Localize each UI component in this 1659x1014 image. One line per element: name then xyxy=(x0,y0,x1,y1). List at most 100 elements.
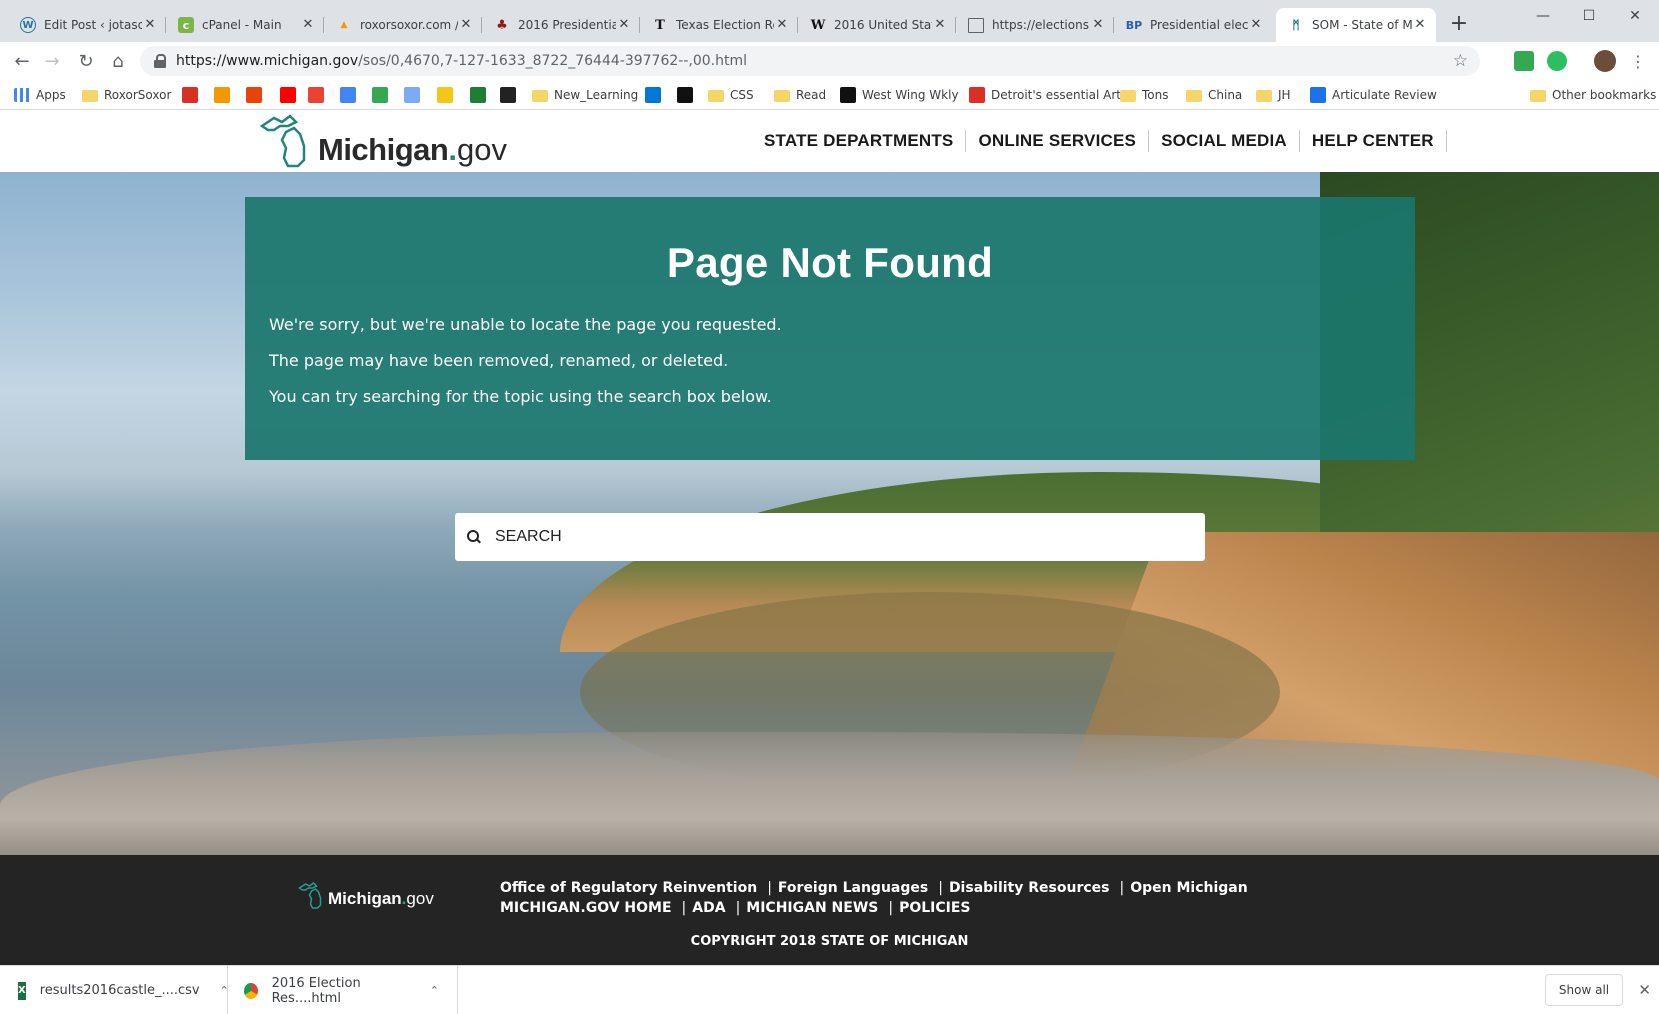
bookmark-item[interactable] xyxy=(372,85,394,105)
nav-online-services[interactable]: ONLINE SERVICES xyxy=(966,130,1150,152)
bookmark-item[interactable]: Detroit's essential Art xyxy=(969,85,1121,105)
footer-logo[interactable]: Michigan. gov xyxy=(298,881,434,909)
download-item-csv[interactable]: X results2016castle_....csv ⌃ xyxy=(18,966,229,1014)
forward-button[interactable]: → xyxy=(38,47,66,75)
bookmark-item[interactable] xyxy=(437,85,459,105)
close-icon[interactable]: ✕ xyxy=(932,17,948,33)
close-icon[interactable]: ✕ xyxy=(1638,981,1651,999)
bookmark-item[interactable] xyxy=(214,85,236,105)
folder-icon xyxy=(532,90,548,102)
footer-link-policies[interactable]: POLICIES xyxy=(899,900,970,916)
search-input[interactable] xyxy=(495,528,1175,546)
bookmark-item[interactable]: China xyxy=(1186,85,1242,105)
footer-link-ada[interactable]: ADA xyxy=(692,900,725,916)
home-button[interactable]: ⌂ xyxy=(104,47,132,75)
bookmark-item[interactable]: JH xyxy=(1256,85,1291,105)
bookmark-favicon-icon xyxy=(308,87,324,103)
evernote-icon[interactable] xyxy=(1547,51,1567,71)
footer-link-michigan-news[interactable]: MICHIGAN NEWS xyxy=(746,900,878,916)
close-icon[interactable]: ✕ xyxy=(1090,17,1106,33)
bookmark-item[interactable] xyxy=(645,85,667,105)
footer-link-foreign-languages[interactable]: Foreign Languages xyxy=(778,880,928,896)
footer-link-michigan-gov-home[interactable]: MICHIGAN.GOV HOME xyxy=(500,900,672,916)
copyright-text: COPYRIGHT 2018 STATE OF MICHIGAN xyxy=(690,934,969,949)
bookmark-label: CSS xyxy=(730,88,754,102)
tab-wikipedia[interactable]: W 2016 United States ✕ xyxy=(798,8,956,42)
bookmark-item[interactable] xyxy=(308,85,330,105)
bookmark-item[interactable]: CSS xyxy=(708,85,754,105)
tab-michigan-active[interactable]: ᛗ SOM - State of Mic ✕ xyxy=(1276,8,1436,42)
bookmark-label: RoxorSoxor xyxy=(104,88,172,102)
minimize-button[interactable]: — xyxy=(1520,0,1566,32)
tab-title: cPanel - Main xyxy=(202,18,282,32)
bookmark-item[interactable] xyxy=(470,85,492,105)
bookmark-item[interactable]: Tons xyxy=(1120,85,1169,105)
folder-icon xyxy=(82,90,98,102)
close-icon[interactable]: ✕ xyxy=(1248,17,1264,33)
bookmark-item[interactable] xyxy=(404,85,426,105)
bookmark-item[interactable] xyxy=(246,85,268,105)
new-tab-button[interactable]: + xyxy=(1447,13,1471,37)
tab-phpmyadmin[interactable]: ▲ roxorsoxor.com / l ✕ xyxy=(324,8,482,42)
other-bookmarks-label: Other bookmarks xyxy=(1552,88,1657,102)
nav-state-departments[interactable]: STATE DEPARTMENTS xyxy=(752,130,967,152)
tab-wordpress[interactable]: W Edit Post ‹ jotascript ✕ xyxy=(8,8,166,42)
extension-sheets-icon[interactable] xyxy=(1514,51,1534,71)
back-button[interactable]: ← xyxy=(8,47,36,75)
bookmark-item[interactable]: RoxorSoxor xyxy=(82,85,171,105)
footer-link-open-michigan[interactable]: Open Michigan xyxy=(1130,880,1248,896)
close-icon[interactable]: ✕ xyxy=(1412,17,1428,33)
footer-link-disability-resources[interactable]: Disability Resources xyxy=(949,880,1110,896)
close-icon[interactable]: ✕ xyxy=(774,17,790,33)
tab-texas-election[interactable]: T Texas Election Res ✕ xyxy=(640,8,798,42)
folder-icon xyxy=(1256,90,1272,102)
search-icon[interactable] xyxy=(467,530,481,544)
nav-help-center[interactable]: HELP CENTER xyxy=(1300,130,1447,152)
michigan-icon: ᛗ xyxy=(1292,18,1300,32)
chevron-up-icon[interactable]: ⌃ xyxy=(430,984,439,997)
reload-button[interactable]: ↻ xyxy=(72,47,100,75)
home-icon: ⌂ xyxy=(112,50,124,72)
close-icon[interactable]: ✕ xyxy=(300,17,316,33)
tab-elections[interactable]: https://elections.s ✕ xyxy=(956,8,1114,42)
bookmark-item[interactable] xyxy=(500,85,522,105)
menu-button[interactable]: ⋮ xyxy=(1624,47,1652,75)
bookmark-item[interactable]: Read xyxy=(774,85,826,105)
bookmark-item[interactable]: Apps xyxy=(14,85,66,105)
avatar[interactable] xyxy=(1594,50,1616,72)
close-icon[interactable]: ✕ xyxy=(616,17,632,33)
maximize-button[interactable]: ☐ xyxy=(1566,0,1612,32)
download-item-html[interactable]: 2016 Election Res....html ⌃ xyxy=(244,966,458,1014)
bookmark-star-icon[interactable]: ☆ xyxy=(1453,51,1468,71)
close-window-button[interactable]: ✕ xyxy=(1612,0,1658,32)
tab-title: SOM - State of Mic xyxy=(1312,18,1412,32)
close-icon[interactable]: ✕ xyxy=(458,17,474,33)
address-bar[interactable]: https://www.michigan.gov/sos/0,4670,7-12… xyxy=(140,46,1480,76)
other-bookmarks[interactable]: Other bookmarks xyxy=(1530,85,1656,105)
hero-banner: Page Not Found We're sorry, but we're un… xyxy=(0,172,1659,855)
tab-cpanel[interactable]: c cPanel - Main ✕ xyxy=(166,8,324,42)
tab-title: 2016 Presidential E xyxy=(518,18,616,32)
logo-dot: . xyxy=(448,132,457,167)
bookmark-item[interactable]: Articulate Review xyxy=(1310,85,1437,105)
tab-ballotpedia[interactable]: BP Presidential electio ✕ xyxy=(1114,8,1272,42)
footer-link-regulatory-reinvention[interactable]: Office of Regulatory Reinvention xyxy=(500,880,757,896)
bookmark-label: West Wing Wkly xyxy=(862,88,959,102)
nytimes-icon: T xyxy=(655,17,665,33)
show-all-button[interactable]: Show all xyxy=(1545,974,1623,1006)
bookmark-item[interactable] xyxy=(182,85,204,105)
michigan-logo[interactable]: Michigan. gov xyxy=(260,112,507,168)
bookmark-item[interactable]: West Wing Wkly xyxy=(840,85,959,105)
nav-social-media[interactable]: SOCIAL MEDIA xyxy=(1149,130,1300,152)
bookmark-item[interactable] xyxy=(340,85,362,105)
bookmark-item[interactable] xyxy=(677,85,699,105)
tab-2016-presidential[interactable]: ♣ 2016 Presidential E ✕ xyxy=(482,8,640,42)
bookmark-favicon-icon xyxy=(500,87,516,103)
folder-icon xyxy=(1186,90,1202,102)
bookmark-item[interactable]: New_Learning xyxy=(532,85,638,105)
close-icon[interactable]: ✕ xyxy=(142,17,158,33)
guitar-icon: ♣ xyxy=(496,17,508,33)
chrome-icon xyxy=(244,982,258,999)
chevron-up-icon[interactable]: ⌃ xyxy=(220,984,229,997)
bookmark-item[interactable] xyxy=(280,85,302,105)
